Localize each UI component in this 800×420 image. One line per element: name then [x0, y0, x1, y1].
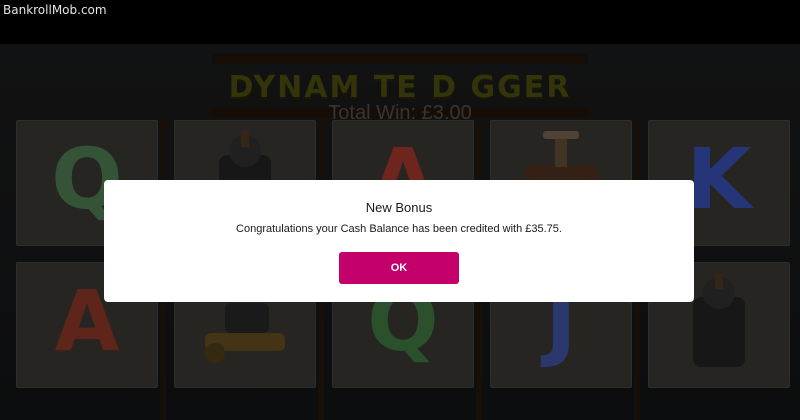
modal-message: Congratulations your Cash Balance has be…	[236, 223, 562, 235]
modal-title: New Bonus	[365, 200, 433, 215]
ok-button[interactable]: OK	[339, 252, 459, 284]
new-bonus-modal: New Bonus Congratulations your Cash Bala…	[104, 180, 694, 302]
